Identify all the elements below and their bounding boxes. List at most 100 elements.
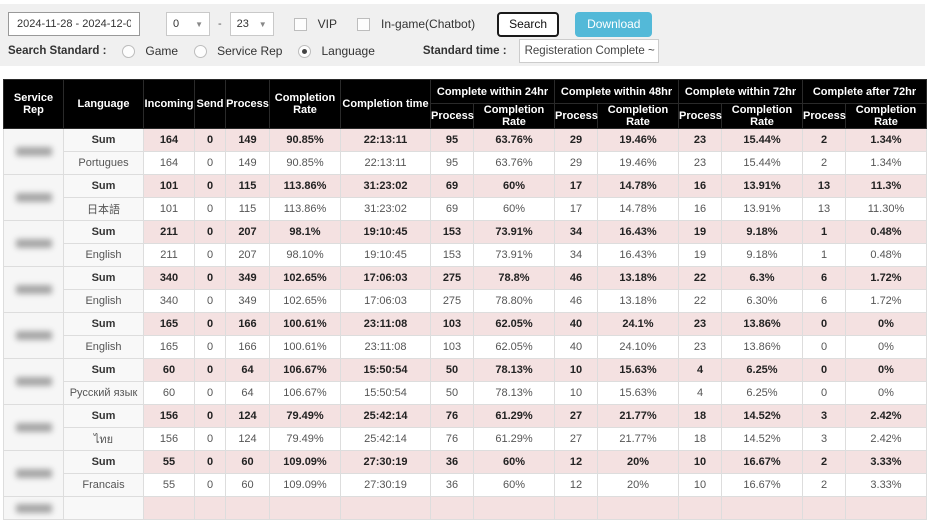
table-row-language: Portugues164014990.85%22:13:119563.76%29… bbox=[4, 152, 927, 175]
table-cell: 100.61% bbox=[270, 336, 341, 359]
redacted-service-rep bbox=[16, 285, 52, 294]
language-cell: Sum bbox=[64, 313, 144, 336]
table-cell: 0 bbox=[195, 474, 226, 497]
standard-time-select[interactable]: Registeration Complete ~ Cer bbox=[519, 39, 659, 63]
search-button[interactable]: Search bbox=[497, 12, 559, 37]
radio-game[interactable] bbox=[122, 45, 135, 58]
radio-language[interactable] bbox=[298, 45, 311, 58]
download-button[interactable]: Download bbox=[575, 12, 652, 37]
language-cell: English bbox=[64, 336, 144, 359]
report-table: Service Rep Language Incoming Send Proce… bbox=[3, 79, 927, 520]
table-cell: 9.18% bbox=[722, 244, 803, 267]
table-cell: 0 bbox=[195, 405, 226, 428]
table-cell: 11.3% bbox=[846, 175, 927, 198]
table-cell: 60% bbox=[474, 451, 555, 474]
table-cell: 27:30:19 bbox=[341, 451, 431, 474]
table-cell: 101 bbox=[144, 175, 195, 198]
table-cell: 34 bbox=[555, 221, 598, 244]
language-cell: ไทย bbox=[64, 428, 144, 451]
sub-header-process-48: Process bbox=[555, 104, 598, 129]
table-cell: 27 bbox=[555, 405, 598, 428]
col-header-completion-time: Completion time bbox=[341, 80, 431, 129]
table-cell: 115 bbox=[226, 175, 270, 198]
table-cell bbox=[144, 497, 195, 520]
standard-time-value: Registeration Complete ~ Cer bbox=[525, 45, 659, 57]
table-cell: 6 bbox=[803, 267, 846, 290]
date-range-input[interactable] bbox=[8, 12, 140, 36]
table-cell: 23 bbox=[679, 152, 722, 175]
table-cell: 115 bbox=[226, 198, 270, 221]
ingame-checkbox[interactable] bbox=[357, 18, 370, 31]
group-header-after-72hr: Complete after 72hr bbox=[803, 80, 927, 104]
col-header-send: Send bbox=[195, 80, 226, 129]
table-cell: 34 bbox=[555, 244, 598, 267]
table-cell: 13 bbox=[803, 175, 846, 198]
table-cell: 15:50:54 bbox=[341, 382, 431, 405]
service-rep-cell bbox=[4, 451, 64, 497]
table-cell: 101 bbox=[144, 198, 195, 221]
table-cell: 0 bbox=[195, 359, 226, 382]
table-cell: 16 bbox=[679, 198, 722, 221]
table-cell: 98.10% bbox=[270, 244, 341, 267]
table-cell: 102.65% bbox=[270, 290, 341, 313]
table-cell: 23:11:08 bbox=[341, 313, 431, 336]
table-row-language: ไทย156012479.49%25:42:147661.29%2721.77%… bbox=[4, 428, 927, 451]
table-row-sum: Sum156012479.49%25:42:147661.29%2721.77%… bbox=[4, 405, 927, 428]
table-cell: 6.30% bbox=[722, 290, 803, 313]
table-cell: 1.72% bbox=[846, 290, 927, 313]
table-cell: 64 bbox=[226, 382, 270, 405]
table-cell: 14.52% bbox=[722, 405, 803, 428]
table-cell: 78.80% bbox=[474, 290, 555, 313]
hour-to-select[interactable]: 23 ▼ bbox=[230, 12, 274, 36]
table-cell: 124 bbox=[226, 405, 270, 428]
col-header-process: Process bbox=[226, 80, 270, 129]
table-cell: 36 bbox=[431, 451, 474, 474]
table-cell: 9.18% bbox=[722, 221, 803, 244]
radio-service-rep[interactable] bbox=[194, 45, 207, 58]
table-cell: 0% bbox=[846, 313, 927, 336]
group-header-72hr: Complete within 72hr bbox=[679, 80, 803, 104]
table-cell: 103 bbox=[431, 336, 474, 359]
language-cell: Sum bbox=[64, 129, 144, 152]
table-cell: 0 bbox=[195, 198, 226, 221]
table-cell: 6.25% bbox=[722, 382, 803, 405]
language-cell: Sum bbox=[64, 175, 144, 198]
vip-checkbox[interactable] bbox=[294, 18, 307, 31]
table-cell: 60% bbox=[474, 198, 555, 221]
table-cell: 165 bbox=[144, 336, 195, 359]
sub-header-rate-72: Completion Rate bbox=[722, 104, 803, 129]
table-cell: 109.09% bbox=[270, 451, 341, 474]
table-cell: 275 bbox=[431, 290, 474, 313]
language-cell: 日本語 bbox=[64, 198, 144, 221]
table-cell: 2.42% bbox=[846, 428, 927, 451]
standard-time-label: Standard time : bbox=[423, 45, 507, 57]
table-cell: 0 bbox=[195, 428, 226, 451]
language-cell: Sum bbox=[64, 405, 144, 428]
sub-header-rate-24: Completion Rate bbox=[474, 104, 555, 129]
hour-from-select[interactable]: 0 ▼ bbox=[166, 12, 210, 36]
redacted-service-rep bbox=[16, 377, 52, 386]
table-cell bbox=[803, 497, 846, 520]
table-cell: 15.63% bbox=[598, 382, 679, 405]
table-cell: 1 bbox=[803, 244, 846, 267]
redacted-service-rep bbox=[16, 331, 52, 340]
table-cell: 40 bbox=[555, 336, 598, 359]
language-cell: Sum bbox=[64, 451, 144, 474]
table-cell: 0 bbox=[195, 175, 226, 198]
table-cell: 19.46% bbox=[598, 129, 679, 152]
table-cell: 0% bbox=[846, 359, 927, 382]
table-cell: 27 bbox=[555, 428, 598, 451]
sub-header-process-72: Process bbox=[679, 104, 722, 129]
table-cell: 166 bbox=[226, 313, 270, 336]
table-cell: 21.77% bbox=[598, 405, 679, 428]
table-cell: 15.44% bbox=[722, 129, 803, 152]
table-cell: 98.1% bbox=[270, 221, 341, 244]
table-cell: 0 bbox=[803, 336, 846, 359]
table-cell: 0 bbox=[195, 221, 226, 244]
redacted-service-rep bbox=[16, 147, 52, 156]
table-cell: 78.13% bbox=[474, 359, 555, 382]
table-cell: 0 bbox=[195, 290, 226, 313]
table-cell: 0.48% bbox=[846, 244, 927, 267]
service-rep-cell bbox=[4, 221, 64, 267]
service-rep-cell bbox=[4, 497, 64, 520]
